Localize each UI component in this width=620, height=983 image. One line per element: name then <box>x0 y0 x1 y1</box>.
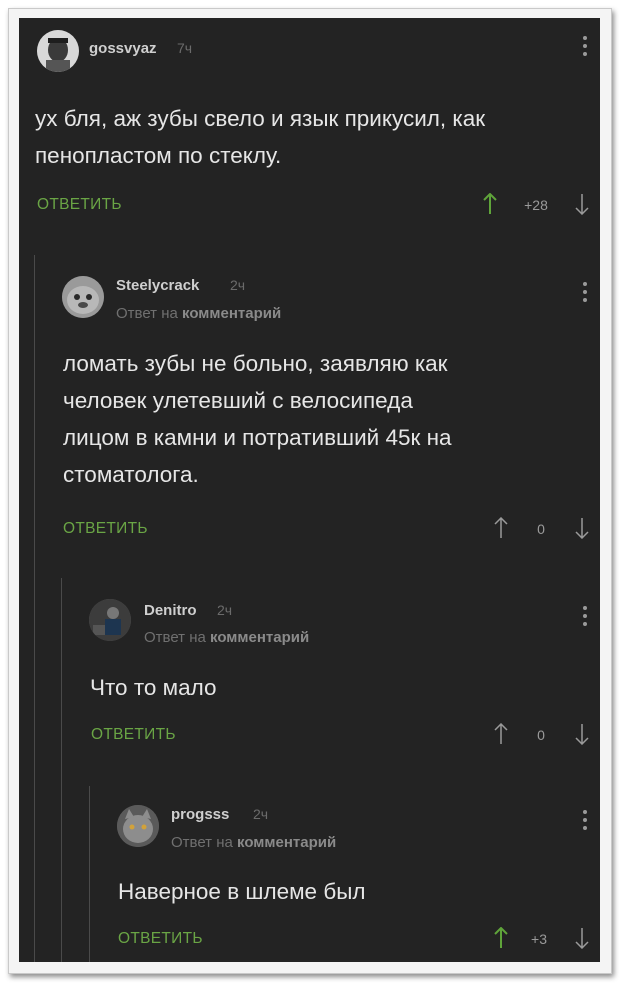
rating: 0 <box>537 727 545 743</box>
reply-to-link[interactable]: Ответ на комментарий <box>144 629 309 646</box>
avatar[interactable] <box>62 276 104 318</box>
more-vertical-icon[interactable] <box>583 606 587 626</box>
timestamp: 7ч <box>177 40 193 56</box>
rating: +3 <box>531 931 547 947</box>
arrow-down-icon[interactable] <box>575 193 589 215</box>
comment-text: Наверное в шлеме был <box>118 879 366 904</box>
reply-button[interactable]: ОТВЕТИТЬ <box>118 930 203 948</box>
arrow-down-icon[interactable] <box>575 927 589 949</box>
more-vertical-icon[interactable] <box>583 810 587 830</box>
arrow-down-icon[interactable] <box>575 517 589 539</box>
thread-line-level-2 <box>61 578 62 962</box>
arrow-up-icon[interactable] <box>494 723 508 745</box>
comment-text: ух бля, аж зубы свело и язык прикусил, к… <box>35 106 486 168</box>
avatar[interactable] <box>89 599 131 641</box>
username[interactable]: progsss <box>171 806 229 823</box>
reply-button[interactable]: ОТВЕТИТЬ <box>91 726 176 744</box>
timestamp: 2ч <box>230 277 246 293</box>
more-vertical-icon[interactable] <box>583 282 587 302</box>
reply-to-link[interactable]: Ответ на комментарий <box>171 834 336 851</box>
more-vertical-icon[interactable] <box>583 36 587 56</box>
username[interactable]: Steelycrack <box>116 277 199 294</box>
reply-to-link[interactable]: Ответ на комментарий <box>116 305 281 322</box>
comment-text: ломать зубы не больно, заявляю как челов… <box>63 351 452 487</box>
username[interactable]: gossvyaz <box>89 40 157 57</box>
arrow-up-icon[interactable] <box>494 517 508 539</box>
arrow-down-icon[interactable] <box>575 723 589 745</box>
arrow-up-icon[interactable] <box>483 193 497 215</box>
comment-text: Что то мало <box>90 675 217 700</box>
avatar-photo <box>117 805 159 847</box>
avatar-photo <box>62 276 104 318</box>
reply-target[interactable]: комментарий <box>237 834 336 851</box>
thread-line-level-1 <box>34 255 35 962</box>
timestamp: 2ч <box>217 602 233 618</box>
timestamp: 2ч <box>253 806 269 822</box>
reply-target[interactable]: комментарий <box>210 629 309 646</box>
reply-button[interactable]: ОТВЕТИТЬ <box>63 520 148 538</box>
avatar[interactable] <box>37 30 79 72</box>
reply-prefix: Ответ на <box>171 834 238 851</box>
reply-prefix: Ответ на <box>144 629 211 646</box>
avatar-photo <box>37 30 79 72</box>
reply-prefix: Ответ на <box>116 305 183 322</box>
reply-target[interactable]: комментарий <box>182 305 281 322</box>
rating: +28 <box>524 197 548 213</box>
avatar-photo <box>89 599 131 641</box>
arrow-up-icon[interactable] <box>494 927 508 949</box>
username[interactable]: Denitro <box>144 602 197 619</box>
reply-button[interactable]: ОТВЕТИТЬ <box>37 196 122 214</box>
avatar[interactable] <box>117 805 159 847</box>
rating: 0 <box>537 521 545 537</box>
thread-line-level-3 <box>89 786 90 962</box>
comments-thread: gossvyaz 7ч ух бля, аж зубы свело и язык… <box>19 18 600 962</box>
